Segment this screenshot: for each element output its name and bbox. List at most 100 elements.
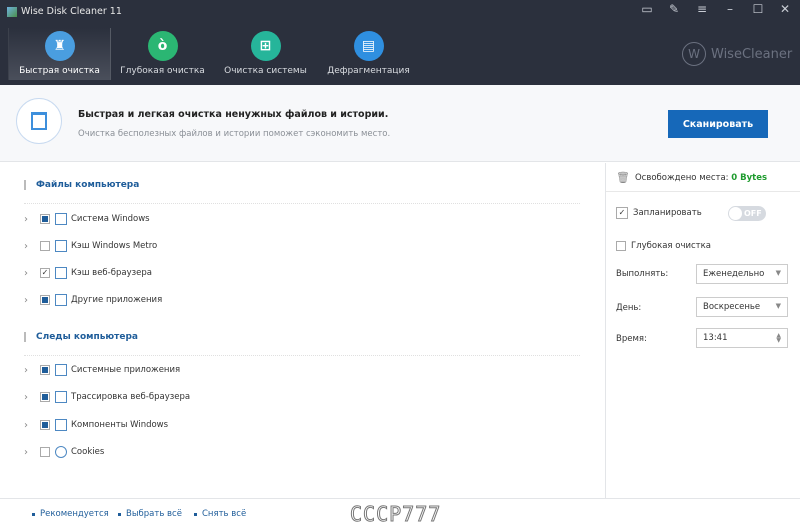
item-label: Система Windows (71, 214, 150, 224)
schedule-label: Запланировать (633, 208, 702, 218)
select-all-link[interactable]: Выбрать всё (118, 509, 182, 519)
checkbox[interactable] (40, 447, 50, 457)
trash-icon (16, 98, 62, 144)
checkbox[interactable] (40, 241, 50, 251)
time-label: Время: (616, 334, 647, 344)
chevron-right-icon[interactable]: › (24, 420, 34, 431)
frequency-value: Еженедельно (703, 269, 765, 279)
windows-icon (55, 364, 67, 376)
item-label: Другие приложения (71, 295, 163, 305)
scan-button[interactable]: Сканировать (668, 110, 768, 138)
menu-icon[interactable]: ≡ (692, 2, 712, 16)
wisecleaner-logo: W WiseCleaner (682, 42, 792, 66)
item-label: Кэш Windows Metro (71, 241, 158, 251)
link-text: Рекомендуется (40, 509, 109, 519)
schedule-toggle[interactable]: OFF (728, 206, 766, 221)
divider (24, 203, 580, 204)
section-title: Файлы компьютера (24, 180, 139, 190)
cookie-icon (55, 446, 67, 458)
day-select[interactable]: Воскресенье ▼ (696, 297, 788, 317)
time-input[interactable]: 13:41 ▲ ▼ (696, 328, 788, 348)
item-label: Компоненты Windows (71, 420, 169, 430)
frequency-select[interactable]: Еженедельно ▼ (696, 264, 788, 284)
feedback-icon[interactable]: ▭ (637, 2, 657, 16)
recommended-link[interactable]: Рекомендуется (32, 509, 109, 519)
divider (606, 191, 800, 192)
tab-label: Очистка системы (224, 66, 307, 76)
vacuum-icon: ò (147, 31, 178, 61)
deselect-all-link[interactable]: Снять всё (194, 509, 246, 519)
notes-icon[interactable]: ✎ (664, 2, 684, 16)
chevron-down-icon: ▼ (775, 269, 781, 277)
footer: Рекомендуется Выбрать всё Снять всё СССР… (0, 498, 800, 529)
item-label: Cookies (71, 447, 105, 457)
checkbox[interactable]: ✓ (40, 268, 50, 278)
chevron-right-icon[interactable]: › (24, 214, 34, 225)
app-title-text: Wise Disk Cleaner 11 (21, 6, 122, 17)
windows-icon: ⊞ (250, 31, 281, 61)
cube-icon (55, 294, 67, 306)
calendar-check-icon: ✓ (616, 207, 628, 219)
windows-icon (55, 213, 67, 225)
tab-quick-clean[interactable]: ♜ Быстрая очистка (8, 28, 111, 80)
item-label: Системные приложения (71, 365, 181, 375)
chevron-right-icon[interactable]: › (24, 295, 34, 306)
list-item[interactable]: › ✓ Кэш веб-браузера (24, 266, 152, 280)
tab-deep-clean[interactable]: ò Глубокая очистка (111, 28, 214, 80)
list-item[interactable]: › Системные приложения (24, 363, 180, 377)
chevron-right-icon[interactable]: › (24, 241, 34, 252)
chevron-down-icon: ▼ (775, 302, 781, 310)
list-item[interactable]: › Система Windows (24, 212, 150, 226)
list-item[interactable]: › Cookies (24, 445, 104, 459)
list-item[interactable]: › Трассировка веб-браузера (24, 390, 190, 404)
disk-icon: ▤ (353, 31, 384, 61)
freed-label: Освобождено места: (634, 172, 729, 183)
tab-system-clean[interactable]: ⊞ Очистка системы (214, 28, 317, 80)
item-label: Трассировка веб-браузера (71, 392, 191, 402)
link-text: Выбрать всё (126, 509, 182, 519)
watermark: СССР777 (349, 502, 442, 527)
header-title: Быстрая и легкая очистка ненужных файлов… (78, 109, 389, 120)
maximize-icon[interactable]: ☐ (748, 2, 768, 16)
browser-icon (55, 391, 67, 403)
header-subtitle: Очистка бесполезных файлов и истории пом… (78, 129, 391, 139)
title-bar: Wise Disk Cleaner 11 ▭ ✎ ≡ – ☐ ✕ ♜ Быстра… (0, 0, 800, 85)
logo-text: WiseCleaner (711, 46, 793, 62)
close-icon[interactable]: ✕ (775, 2, 795, 16)
spinner-icon[interactable]: ▲ ▼ (776, 333, 781, 344)
time-value: 13:41 (703, 333, 728, 343)
app-title: Wise Disk Cleaner 11 (7, 6, 122, 17)
list-item[interactable]: › Компоненты Windows (24, 418, 168, 432)
chevron-right-icon[interactable]: › (24, 365, 34, 376)
tab-label: Глубокая очистка (120, 66, 205, 76)
deep-clean-row[interactable]: Глубокая очистка (616, 241, 711, 251)
deep-clean-checkbox[interactable] (616, 241, 626, 251)
list-item[interactable]: › Кэш Windows Metro (24, 239, 157, 253)
checkbox[interactable] (40, 420, 50, 430)
freed-value: 0 Bytes (731, 172, 768, 183)
minimize-icon[interactable]: – (720, 2, 740, 16)
item-label: Кэш веб-браузера (71, 268, 152, 278)
deep-clean-label: Глубокая очистка (631, 241, 711, 251)
checkbox[interactable] (40, 295, 50, 305)
checkbox[interactable] (40, 392, 50, 402)
chevron-right-icon[interactable]: › (24, 392, 34, 403)
broom-icon: ♜ (44, 31, 75, 61)
list-item[interactable]: › Другие приложения (24, 293, 162, 307)
app-icon (7, 6, 17, 17)
settings-panel: 🗑 Освобождено места: 0 Bytes ✓ Запланирова… (605, 163, 800, 498)
run-label: Выполнять: (616, 269, 669, 279)
tab-defrag[interactable]: ▤ Дефрагментация (317, 28, 420, 80)
link-text: Снять всё (202, 509, 247, 519)
windows-icon (55, 240, 67, 252)
tab-label: Дефрагментация (327, 66, 410, 76)
freed-space: 🗑 Освобождено места: 0 Bytes (616, 171, 767, 184)
chevron-right-icon[interactable]: › (24, 447, 34, 458)
checkbox[interactable] (40, 365, 50, 375)
divider (24, 355, 580, 356)
checkbox[interactable] (40, 214, 50, 224)
header-panel: Быстрая и легкая очистка ненужных файлов… (0, 85, 800, 162)
chevron-right-icon[interactable]: › (24, 268, 34, 279)
schedule-row: ✓ Запланировать (616, 207, 702, 219)
puzzle-icon (55, 419, 67, 431)
